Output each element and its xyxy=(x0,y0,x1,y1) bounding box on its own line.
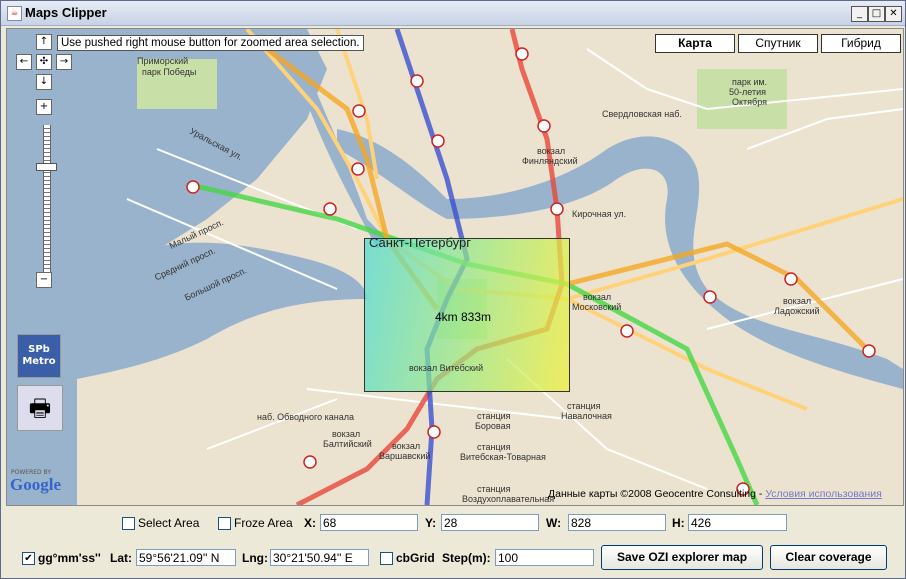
map-label: парк им. xyxy=(732,77,768,87)
map-label: станция xyxy=(567,401,601,411)
map-label: Ладожский xyxy=(774,306,820,316)
map-label: Воздухоплавательная xyxy=(462,494,555,504)
city-label: Санкт-Петербург xyxy=(369,235,471,250)
map-label: Балтийский xyxy=(323,439,372,449)
map-label: вокзал xyxy=(537,146,566,156)
pan-right-icon[interactable]: → xyxy=(56,54,72,70)
map-label: наб. Обводного канала xyxy=(257,412,354,422)
h-label: H: xyxy=(672,516,685,530)
java-icon: ☕ xyxy=(7,6,22,21)
cbgrid-checkbox[interactable] xyxy=(380,552,393,565)
map-label: Финляндский xyxy=(522,156,578,166)
lng-field[interactable]: 30°21'50.94'' E xyxy=(270,549,369,566)
map-label: парк Победы xyxy=(142,67,197,77)
lng-label: Lng: xyxy=(242,551,268,565)
w-label: W: xyxy=(546,516,562,530)
map-label: Варшавский xyxy=(379,451,431,461)
y-label: Y: xyxy=(425,516,437,530)
step-label: Step(m): xyxy=(442,551,491,565)
map-label: вокзал xyxy=(332,429,361,439)
map-label: Кирочная ул. xyxy=(572,209,627,219)
map-copyright: Данные карты ©2008 Geocentre Consulting … xyxy=(548,488,882,500)
map-label: станция xyxy=(477,411,511,421)
map-label: Боровая xyxy=(475,421,511,431)
map-label: Октября xyxy=(732,97,767,107)
zoom-out-icon[interactable]: − xyxy=(36,272,52,288)
minimize-button[interactable]: _ xyxy=(851,6,868,22)
window-title: Maps Clipper xyxy=(25,5,107,20)
zoom-slider-track[interactable] xyxy=(43,125,51,275)
select-area-checkbox[interactable] xyxy=(122,517,135,530)
map-type-tabs: Карта Спутник Гибрид xyxy=(652,34,901,53)
map-label: Московский xyxy=(572,302,622,312)
map-label: вокзал xyxy=(783,296,812,306)
froze-area-checkbox[interactable] xyxy=(218,517,231,530)
tab-satellite[interactable]: Спутник xyxy=(738,34,818,53)
map-view[interactable]: Use pushed right mouse button for zoomed… xyxy=(6,28,904,506)
map-label: вокзал xyxy=(583,292,612,302)
zoom-in-icon[interactable]: + xyxy=(36,99,52,115)
x-label: X: xyxy=(304,516,316,530)
lat-field[interactable]: 59°56'21.09'' N xyxy=(136,549,236,566)
select-area-label: Select Area xyxy=(138,516,200,530)
copyright-text: Данные карты ©2008 Geocentre Consulting … xyxy=(548,488,766,500)
y-field[interactable]: 28 xyxy=(441,514,539,531)
map-label: 50-летия xyxy=(729,87,766,97)
pan-up-icon[interactable]: ↑ xyxy=(36,34,52,50)
cbgrid-label: cbGrid xyxy=(396,551,435,565)
lat-label: Lat: xyxy=(110,551,132,565)
printer-icon[interactable]: 🖶 xyxy=(17,385,63,431)
title-bar: ☕ Maps Clipper _ □ ✕ xyxy=(1,1,905,26)
app-window: ☕ Maps Clipper _ □ ✕ Use pushed right mo… xyxy=(0,0,906,579)
google-logo[interactable]: Google xyxy=(10,475,61,495)
tab-map[interactable]: Карта xyxy=(655,34,735,53)
h-field[interactable]: 426 xyxy=(688,514,787,531)
map-label: станция xyxy=(477,442,511,452)
map-label: вокзал Витебский xyxy=(409,363,484,373)
pan-left-icon[interactable]: ← xyxy=(16,54,32,70)
selection-distance: 4km 833m xyxy=(435,310,492,324)
selection-hint: Use pushed right mouse button for zoomed… xyxy=(57,35,364,51)
spb-metro-button[interactable]: SPb Metro xyxy=(17,334,61,378)
zoom-slider-thumb[interactable] xyxy=(36,163,57,171)
step-field[interactable]: 100 xyxy=(495,549,594,566)
map-label: вокзал xyxy=(392,441,421,451)
froze-area-label: Froze Area xyxy=(234,516,293,530)
save-ozi-map-button[interactable]: Save OZI explorer map xyxy=(601,545,763,570)
maximize-button[interactable]: □ xyxy=(868,6,885,22)
terms-link[interactable]: Условия использования xyxy=(765,488,882,500)
close-button[interactable]: ✕ xyxy=(885,6,902,22)
gg-format-checkbox[interactable]: ✔ xyxy=(22,552,35,565)
pan-center-icon[interactable]: ✣ xyxy=(36,54,52,70)
gg-format-label: gg°mm'ss'' xyxy=(38,551,101,565)
clear-coverage-button[interactable]: Clear coverage xyxy=(770,545,887,570)
map-label: Навалочная xyxy=(561,411,612,421)
x-field[interactable]: 68 xyxy=(320,514,418,531)
tab-hybrid[interactable]: Гибрид xyxy=(821,34,901,53)
map-label: Свердловская наб. xyxy=(602,109,682,119)
w-field[interactable]: 828 xyxy=(568,514,666,531)
pan-down-icon[interactable]: ↓ xyxy=(36,74,52,90)
map-label: станция xyxy=(477,484,511,494)
map-label: Витебская-Товарная xyxy=(460,452,546,462)
map-label: Приморский xyxy=(137,56,189,66)
